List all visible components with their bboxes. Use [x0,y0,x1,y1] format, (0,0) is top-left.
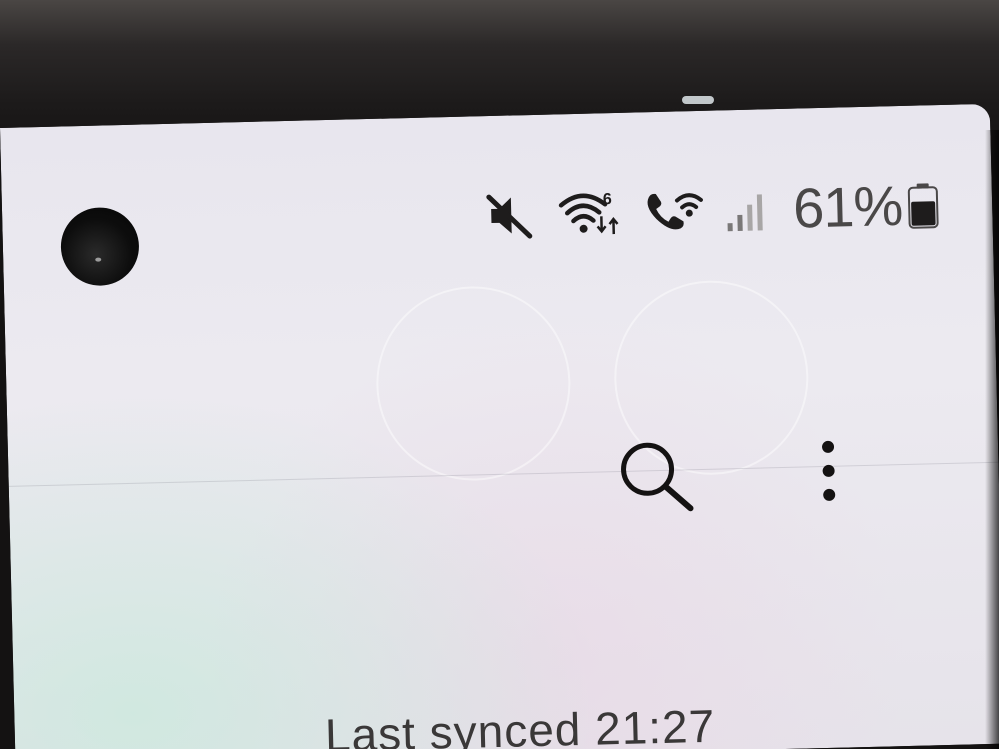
signal-bars-icon [727,194,763,232]
front-camera [59,206,140,287]
status-bar: 6 61% [0,104,993,287]
search-icon [621,442,694,512]
search-button[interactable] [608,431,706,523]
more-options-button[interactable] [798,427,860,518]
last-synced-text: Last synced 21:27 [324,699,716,749]
more-options-icon [822,440,836,501]
app-toolbar [8,424,999,538]
wifi-6-icon: 6 [558,191,619,235]
wifi-calling-icon [647,193,703,230]
photo-scene: 6 61% Last synced 21:27 [0,0,999,749]
status-icons: 6 61% [482,173,940,246]
battery-icon [907,183,939,229]
phone-edge [985,130,999,749]
battery-group: 61% [792,173,940,240]
mute-icon [486,194,533,239]
svg-text:6: 6 [603,191,612,208]
battery-percentage: 61% [792,173,903,240]
phone-screen: 6 61% Last synced 21:27 [0,103,999,749]
